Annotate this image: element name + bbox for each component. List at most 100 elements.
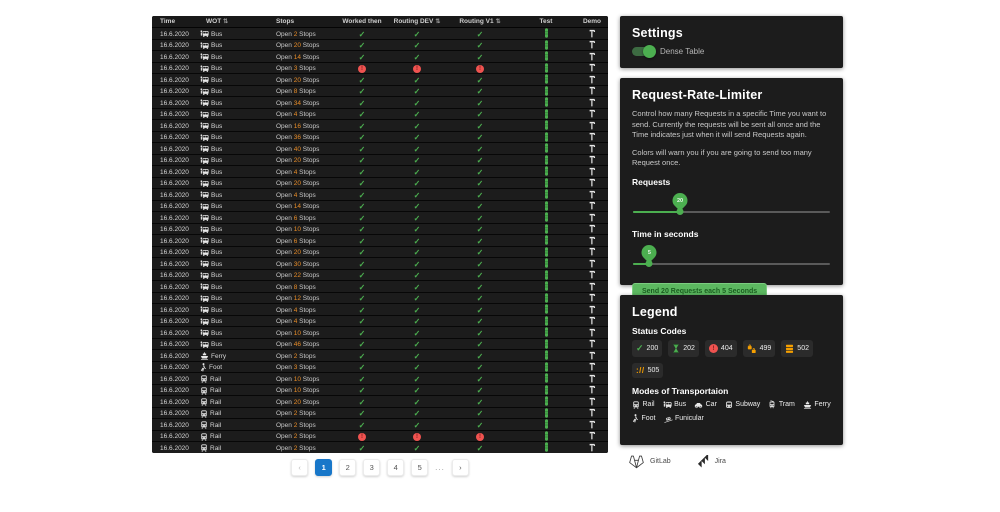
table-row[interactable]: 16.6.2020 Bus Open 30 Stops ✓ ✓ ✓ (152, 258, 608, 270)
row-demo[interactable] (576, 431, 608, 442)
table-row[interactable]: 16.6.2020 Bus Open 2 Stops ✓ ✓ ✓ (152, 28, 608, 40)
row-test[interactable] (516, 362, 576, 374)
slider-thumb[interactable] (645, 260, 652, 267)
row-test[interactable] (516, 327, 576, 339)
table-row[interactable]: 16.6.2020 Bus Open 10 Stops ✓ ✓ ✓ (152, 224, 608, 236)
row-test[interactable] (516, 97, 576, 109)
slider-track[interactable] (633, 263, 830, 265)
table-row[interactable]: 16.6.2020 Bus Open 4 Stops ✓ ✓ ✓ (152, 109, 608, 121)
table-row[interactable]: 16.6.2020 Bus Open 6 Stops ✓ ✓ ✓ (152, 235, 608, 247)
row-test[interactable] (516, 224, 576, 236)
jira-link[interactable]: Jira (697, 455, 726, 468)
row-demo[interactable] (576, 224, 608, 235)
row-test[interactable] (516, 28, 576, 40)
table-row[interactable]: 16.6.2020 Bus Open 34 Stops ✓ ✓ ✓ (152, 97, 608, 109)
table-row[interactable]: 16.6.2020 Bus Open 8 Stops ✓ ✓ ✓ (152, 86, 608, 98)
row-test[interactable] (516, 419, 576, 431)
row-test[interactable] (516, 178, 576, 190)
row-demo[interactable] (576, 144, 608, 155)
table-row[interactable]: 16.6.2020 Bus Open 20 Stops ✓ ✓ ✓ (152, 178, 608, 190)
row-demo[interactable] (576, 167, 608, 178)
row-demo[interactable] (576, 374, 608, 385)
row-test[interactable] (516, 155, 576, 167)
col-header-routing-v1[interactable]: Routing V1⇅ (444, 18, 516, 25)
row-demo[interactable] (576, 75, 608, 86)
row-test[interactable] (516, 74, 576, 86)
row-demo[interactable] (576, 109, 608, 120)
row-test[interactable] (516, 339, 576, 351)
table-row[interactable]: 16.6.2020 Bus Open 8 Stops ✓ ✓ ✓ (152, 281, 608, 293)
row-demo[interactable] (576, 178, 608, 189)
row-test[interactable] (516, 109, 576, 121)
table-row[interactable]: 16.6.2020 Bus Open 40 Stops ✓ ✓ ✓ (152, 143, 608, 155)
dense-table-toggle[interactable] (632, 47, 654, 56)
next-page-button[interactable]: › (452, 459, 469, 476)
row-demo[interactable] (576, 52, 608, 63)
row-demo[interactable] (576, 385, 608, 396)
row-test[interactable] (516, 350, 576, 362)
row-demo[interactable] (576, 259, 608, 270)
row-demo[interactable] (576, 201, 608, 212)
table-row[interactable]: 16.6.2020 Rail Open 10 Stops ✓ ✓ ✓ (152, 385, 608, 397)
table-row[interactable]: 16.6.2020 Ferry Open 2 Stops ✓ ✓ ✓ (152, 350, 608, 362)
row-test[interactable] (516, 166, 576, 178)
slider-thumb[interactable] (677, 208, 684, 215)
table-row[interactable]: 16.6.2020 Bus Open 36 Stops ✓ ✓ ✓ (152, 132, 608, 144)
row-demo[interactable] (576, 339, 608, 350)
table-row[interactable]: 16.6.2020 Bus Open 22 Stops ✓ ✓ ✓ (152, 270, 608, 282)
gitlab-link[interactable]: GitLab (628, 454, 671, 469)
row-demo[interactable] (576, 121, 608, 132)
table-row[interactable]: 16.6.2020 Rail Open 2 Stops ! ! ! (152, 431, 608, 443)
row-demo[interactable] (576, 236, 608, 247)
row-test[interactable] (516, 189, 576, 201)
row-test[interactable] (516, 86, 576, 98)
row-test[interactable] (516, 235, 576, 247)
row-test[interactable] (516, 396, 576, 408)
col-header-wot[interactable]: WOT⇅ (198, 18, 254, 25)
row-test[interactable] (516, 442, 576, 453)
row-test[interactable] (516, 385, 576, 397)
page-button-1[interactable]: 1 (315, 459, 332, 476)
table-row[interactable]: 16.6.2020 Rail Open 2 Stops ✓ ✓ ✓ (152, 442, 608, 453)
row-demo[interactable] (576, 282, 608, 293)
table-row[interactable]: 16.6.2020 Bus Open 14 Stops ✓ ✓ ✓ (152, 201, 608, 213)
row-test[interactable] (516, 316, 576, 328)
table-row[interactable]: 16.6.2020 Bus Open 4 Stops ✓ ✓ ✓ (152, 316, 608, 328)
row-demo[interactable] (576, 155, 608, 166)
row-demo[interactable] (576, 86, 608, 97)
row-test[interactable] (516, 212, 576, 224)
table-row[interactable]: 16.6.2020 Bus Open 4 Stops ✓ ✓ ✓ (152, 166, 608, 178)
table-row[interactable]: 16.6.2020 Bus Open 46 Stops ✓ ✓ ✓ (152, 339, 608, 351)
table-row[interactable]: 16.6.2020 Rail Open 20 Stops ✓ ✓ ✓ (152, 396, 608, 408)
page-button-4[interactable]: 4 (387, 459, 404, 476)
table-row[interactable]: 16.6.2020 Bus Open 20 Stops ✓ ✓ ✓ (152, 40, 608, 52)
table-row[interactable]: 16.6.2020 Bus Open 4 Stops ✓ ✓ ✓ (152, 189, 608, 201)
col-header-routing-dev[interactable]: Routing DEV⇅ (390, 18, 444, 25)
row-demo[interactable] (576, 247, 608, 258)
table-row[interactable]: 16.6.2020 Bus Open 12 Stops ✓ ✓ ✓ (152, 293, 608, 305)
time-slider[interactable]: 5 (633, 243, 830, 273)
row-demo[interactable] (576, 397, 608, 408)
prev-page-button[interactable]: ‹ (291, 459, 308, 476)
row-demo[interactable] (576, 305, 608, 316)
row-test[interactable] (516, 304, 576, 316)
table-row[interactable]: 16.6.2020 Bus Open 10 Stops ✓ ✓ ✓ (152, 327, 608, 339)
row-test[interactable] (516, 293, 576, 305)
row-demo[interactable] (576, 40, 608, 51)
table-row[interactable]: 16.6.2020 Rail Open 2 Stops ✓ ✓ ✓ (152, 419, 608, 431)
row-test[interactable] (516, 51, 576, 63)
requests-slider[interactable]: 20 (633, 191, 830, 221)
table-row[interactable]: 16.6.2020 Rail Open 2 Stops ✓ ✓ ✓ (152, 408, 608, 420)
row-demo[interactable] (576, 270, 608, 281)
page-button-3[interactable]: 3 (363, 459, 380, 476)
row-test[interactable] (516, 120, 576, 132)
table-row[interactable]: 16.6.2020 Foot Open 3 Stops ✓ ✓ ✓ (152, 362, 608, 374)
table-row[interactable]: 16.6.2020 Rail Open 10 Stops ✓ ✓ ✓ (152, 373, 608, 385)
row-test[interactable] (516, 132, 576, 144)
row-demo[interactable] (576, 443, 608, 454)
table-row[interactable]: 16.6.2020 Bus Open 6 Stops ✓ ✓ ✓ (152, 212, 608, 224)
row-test[interactable] (516, 201, 576, 213)
row-test[interactable] (516, 247, 576, 259)
row-demo[interactable] (576, 408, 608, 419)
row-demo[interactable] (576, 63, 608, 74)
